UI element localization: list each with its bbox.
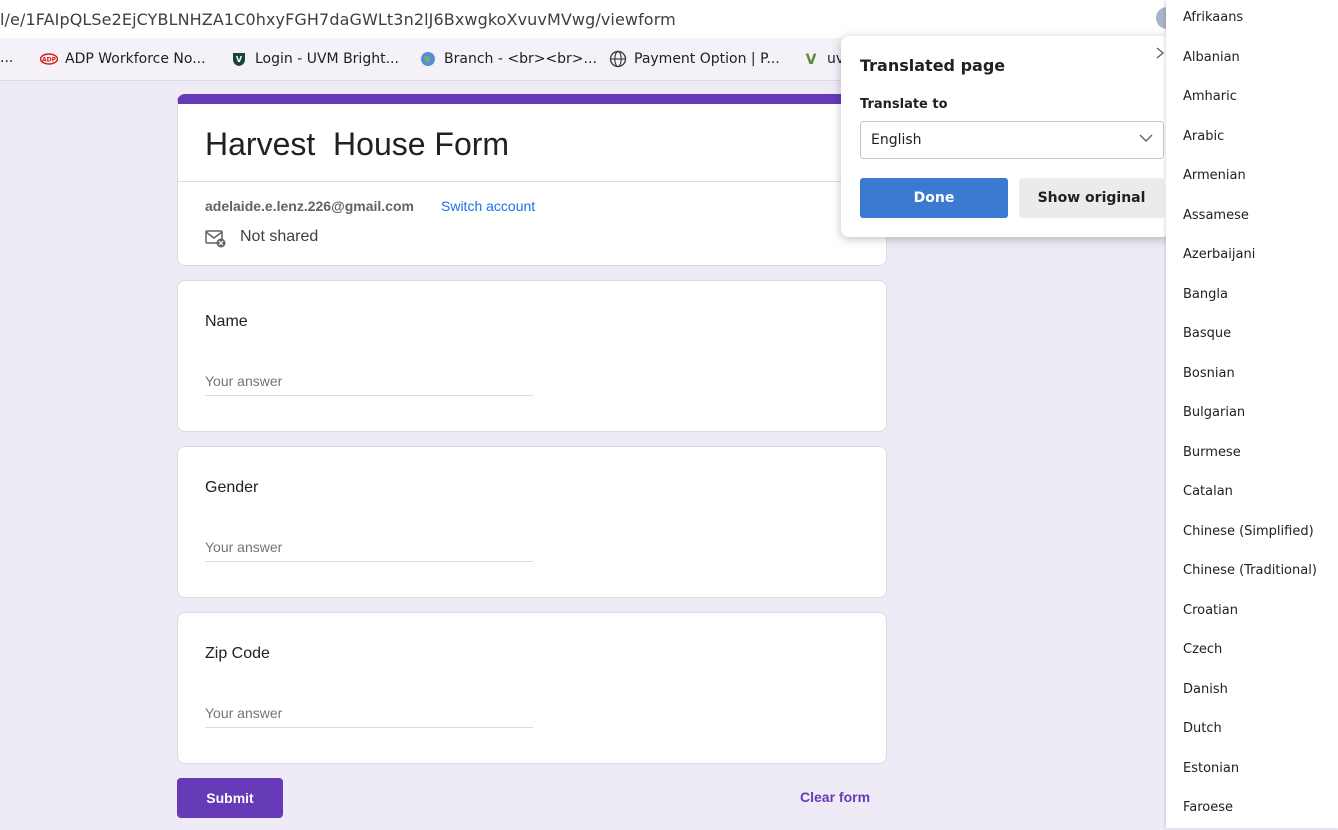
divider: [178, 181, 886, 182]
address-bar[interactable]: l/e/1FAIpQLSe2EjCYBLNHZA1C0hxyFGH7daGWLt…: [0, 0, 1338, 38]
bookmark-branch[interactable]: Branch - <br><br>...: [419, 50, 597, 68]
bookmark-uvm-login[interactable]: V Login - UVM Bright...: [230, 50, 399, 68]
not-shared-icon: [205, 228, 227, 248]
bookmark-adp[interactable]: ADP ADP Workforce No...: [40, 50, 206, 68]
uvm-shield-icon: V: [802, 50, 820, 68]
language-option[interactable]: Amharic: [1166, 79, 1338, 119]
web-icon: [609, 50, 627, 68]
bookmark-uv[interactable]: V uv: [802, 50, 845, 68]
question-label: Name: [205, 313, 248, 330]
language-option[interactable]: Catalan: [1166, 474, 1338, 514]
url-text[interactable]: l/e/1FAIpQLSe2EjCYBLNHZA1C0hxyFGH7daGWLt…: [0, 10, 676, 29]
switch-account-link[interactable]: Switch account: [441, 198, 535, 214]
translate-to-label: Translate to: [860, 97, 948, 112]
language-option[interactable]: Chinese (Traditional): [1166, 553, 1338, 593]
question-label: Gender: [205, 479, 259, 496]
bookmark-label: ADP Workforce No...: [65, 51, 206, 67]
language-option[interactable]: Albanian: [1166, 40, 1338, 80]
chevron-down-icon: [1139, 130, 1153, 149]
bookmark-label: Branch - <br><br>...: [444, 51, 597, 67]
language-option[interactable]: Burmese: [1166, 435, 1338, 475]
language-option[interactable]: Bosnian: [1166, 356, 1338, 396]
language-option[interactable]: Armenian: [1166, 158, 1338, 198]
gender-input[interactable]: [205, 535, 533, 562]
language-dropdown-list[interactable]: Afrikaans Albanian Amharic Arabic Armeni…: [1166, 0, 1338, 828]
language-option[interactable]: Estonian: [1166, 751, 1338, 791]
done-button[interactable]: Done: [860, 178, 1008, 218]
bookmark-label: ...: [0, 50, 14, 66]
show-original-button[interactable]: Show original: [1019, 178, 1164, 218]
uvm-shield-icon: V: [230, 50, 248, 68]
adp-icon: ADP: [40, 50, 58, 68]
language-option[interactable]: Assamese: [1166, 198, 1338, 238]
clear-form-button[interactable]: Clear form: [800, 789, 870, 805]
language-option[interactable]: Chinese (Simplified): [1166, 514, 1338, 554]
submit-button[interactable]: Submit: [177, 778, 283, 818]
language-option[interactable]: Czech: [1166, 632, 1338, 672]
language-option[interactable]: Azerbaijani: [1166, 237, 1338, 277]
bookmark-payment[interactable]: Payment Option | P...: [609, 50, 780, 68]
selected-language: English: [871, 132, 922, 148]
bookmark-label: Login - UVM Bright...: [255, 51, 399, 67]
form-title: Harvest House Form: [205, 126, 510, 162]
not-shared-label: Not shared: [240, 228, 319, 245]
language-option[interactable]: Bangla: [1166, 277, 1338, 317]
globe-icon: [419, 50, 437, 68]
language-option[interactable]: Danish: [1166, 672, 1338, 712]
name-input[interactable]: [205, 369, 533, 396]
bookmark-label: Payment Option | P...: [634, 51, 780, 67]
language-option[interactable]: Faroese: [1166, 790, 1338, 830]
language-option[interactable]: Basque: [1166, 316, 1338, 356]
language-option[interactable]: Bulgarian: [1166, 395, 1338, 435]
question-card-name: Name: [177, 280, 887, 432]
account-email: adelaide.e.lenz.226@gmail.com: [205, 198, 414, 214]
language-option[interactable]: Dutch: [1166, 711, 1338, 751]
close-icon[interactable]: [1155, 44, 1165, 65]
svg-text:ADP: ADP: [42, 57, 57, 64]
language-select[interactable]: English: [860, 121, 1164, 159]
question-label: Zip Code: [205, 645, 270, 662]
language-option[interactable]: Afrikaans: [1166, 0, 1338, 40]
zip-code-input[interactable]: [205, 701, 533, 728]
svg-text:V: V: [806, 52, 817, 67]
popup-title: Translated page: [860, 56, 1006, 75]
bookmark-overflow[interactable]: ...: [0, 50, 13, 66]
language-option[interactable]: Croatian: [1166, 593, 1338, 633]
translate-popup: Translated page Translate to English Don…: [841, 36, 1171, 237]
svg-text:V: V: [236, 55, 243, 64]
language-option[interactable]: Arabic: [1166, 119, 1338, 159]
question-card-zip: Zip Code: [177, 612, 887, 764]
question-card-gender: Gender: [177, 446, 887, 598]
form-header-card: Harvest House Form adelaide.e.lenz.226@g…: [177, 94, 887, 266]
